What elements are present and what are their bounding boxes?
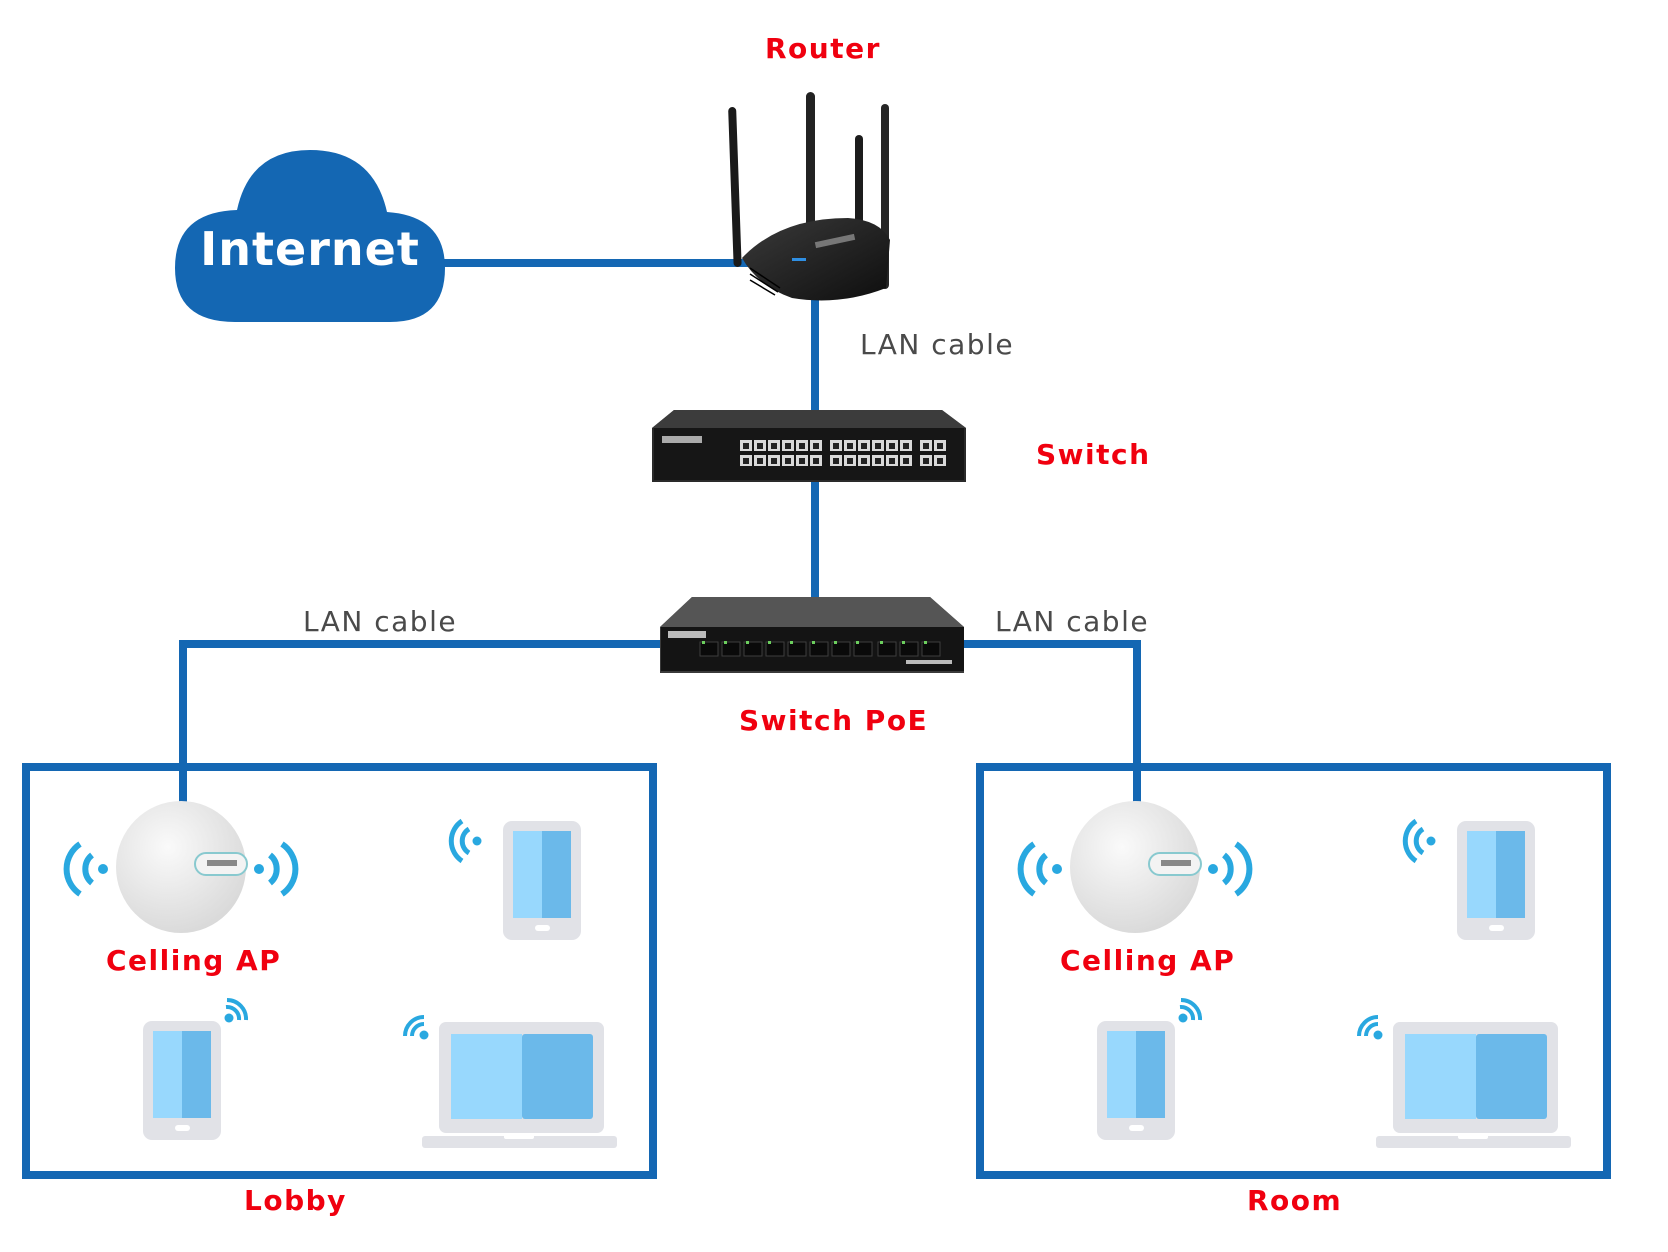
lan-cable-label-left: LAN cable — [303, 605, 458, 638]
wifi-signal-right-icon — [1208, 841, 1253, 897]
smartphone-icon — [1402, 818, 1535, 940]
ceiling-ap-lobby — [63, 800, 299, 940]
cable-router-switch — [811, 290, 819, 415]
laptop-icon — [1357, 1015, 1571, 1148]
wifi-signal-left-icon — [1017, 841, 1062, 897]
zone-room-label: Room — [1247, 1184, 1343, 1217]
smartphone-icon — [448, 818, 581, 940]
access-point-icon — [116, 801, 248, 933]
wifi-signal-left-icon — [63, 841, 108, 897]
lan-cable-label-right: LAN cable — [995, 605, 1150, 638]
zone-lobby-label: Lobby — [244, 1184, 347, 1217]
network-switch-icon — [652, 410, 966, 482]
cable-switch-poe — [811, 480, 819, 600]
switch-poe-label: Switch PoE — [739, 704, 929, 737]
internet-label: Internet — [200, 222, 420, 276]
cable-poe-lobby-horizontal — [179, 640, 664, 648]
ceiling-ap-room — [1017, 800, 1253, 940]
ceiling-ap-lobby-label: Celling AP — [106, 944, 282, 977]
router-label: Router — [765, 32, 881, 65]
smartphone-icon — [1097, 997, 1203, 1140]
smartphone-icon — [143, 997, 249, 1140]
laptop-icon — [403, 1015, 617, 1148]
switch-label: Switch — [1036, 438, 1151, 471]
wifi-router-icon — [728, 92, 890, 301]
cable-poe-room-horizontal — [960, 640, 1141, 648]
ceiling-ap-room-label: Celling AP — [1060, 944, 1236, 977]
internet-node: Internet — [175, 150, 445, 322]
access-point-icon — [1070, 801, 1202, 933]
wifi-signal-right-icon — [254, 841, 299, 897]
poe-switch-icon — [660, 597, 964, 673]
lan-cable-label-top: LAN cable — [860, 328, 1015, 361]
cable-internet-router — [440, 259, 750, 267]
